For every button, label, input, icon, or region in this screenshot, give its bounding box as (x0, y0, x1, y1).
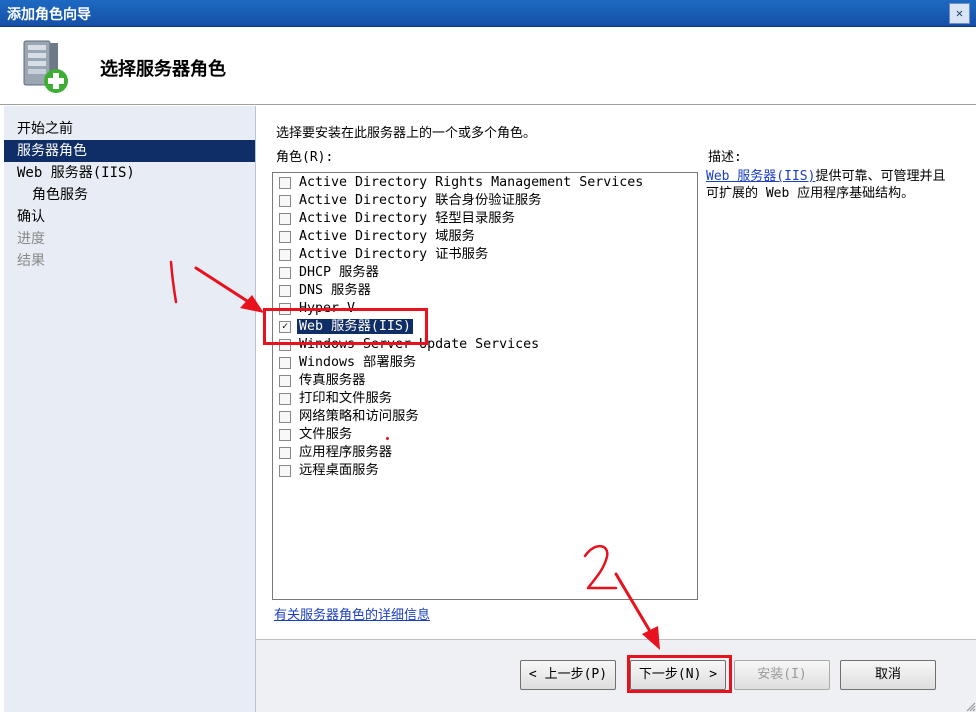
checkbox[interactable] (279, 411, 291, 423)
role-item[interactable]: 文件服务 (273, 426, 697, 444)
annotation-dot (386, 437, 389, 440)
checkbox[interactable] (279, 375, 291, 387)
step-results: 结果 (17, 253, 45, 269)
role-item[interactable]: 传真服务器 (273, 372, 697, 390)
description-title: 描述: (708, 150, 742, 165)
role-item[interactable]: Windows 部署服务 (273, 354, 697, 372)
resize-grip-icon[interactable] (966, 702, 976, 712)
role-item[interactable]: DHCP 服务器 (273, 264, 697, 282)
close-button[interactable]: ✕ (949, 3, 970, 24)
highlight-box-next-button (627, 655, 732, 693)
role-item[interactable]: Active Directory 证书服务 (273, 246, 697, 264)
role-item[interactable]: Active Directory 轻型目录服务 (273, 210, 697, 228)
role-item[interactable]: Active Directory 联合身份验证服务 (273, 192, 697, 210)
roles-listbox[interactable]: Active Directory Rights Management Servi… (272, 172, 698, 600)
main-panel: 选择要安装在此服务器上的一个或多个角色。 角色(R): Active Direc… (256, 106, 976, 640)
wizard-footer: < 上一步(P) 下一步(N) > 安装(I) 取消 (256, 640, 976, 712)
highlight-box-web-server (263, 308, 428, 345)
server-add-icon (23, 40, 68, 93)
checkbox[interactable] (279, 285, 291, 297)
role-item[interactable]: 应用程序服务器 (273, 444, 697, 462)
checkbox[interactable] (279, 213, 291, 225)
checkbox[interactable] (279, 249, 291, 261)
roles-label: 角色(R): (276, 150, 334, 165)
role-item[interactable]: Active Directory Rights Management Servi… (273, 174, 697, 192)
checkbox[interactable] (279, 465, 291, 477)
checkbox[interactable] (279, 267, 291, 279)
step-progress: 进度 (17, 231, 45, 247)
step-before-you-begin[interactable]: 开始之前 (4, 118, 255, 140)
checkbox[interactable] (279, 231, 291, 243)
step-web-server-iis[interactable]: Web 服务器(IIS) (4, 162, 255, 184)
close-icon: ✕ (955, 6, 964, 20)
checkbox[interactable] (279, 195, 291, 207)
checkbox[interactable] (279, 429, 291, 441)
install-button: 安装(I) (734, 660, 830, 690)
checkbox[interactable] (279, 357, 291, 369)
role-item[interactable]: 远程桌面服务 (273, 462, 697, 480)
cancel-button[interactable]: 取消 (840, 660, 936, 690)
step-server-roles[interactable]: 服务器角色 (4, 140, 255, 162)
role-item[interactable]: 打印和文件服务 (273, 390, 697, 408)
checkbox[interactable] (279, 177, 291, 189)
checkbox[interactable] (279, 447, 291, 459)
step-role-services[interactable]: 角色服务 (4, 184, 255, 206)
description-text: Web 服务器(IIS)提供可靠、可管理并且可扩展的 Web 应用程序基础结构。 (706, 169, 946, 201)
wizard-steps-sidebar: 开始之前 服务器角色 Web 服务器(IIS) 角色服务 确认 进度 结果 (4, 106, 256, 712)
window-title: 添加角色向导 (7, 7, 91, 23)
instruction-text: 选择要安装在此服务器上的一个或多个角色。 (276, 126, 537, 141)
more-info-link[interactable]: 有关服务器角色的详细信息 (274, 604, 430, 623)
role-item[interactable]: DNS 服务器 (273, 282, 697, 300)
description-link[interactable]: Web 服务器(IIS) (706, 169, 815, 184)
back-button[interactable]: < 上一步(P) (520, 660, 616, 690)
step-confirmation[interactable]: 确认 (4, 206, 255, 228)
page-title: 选择服务器角色 (100, 59, 226, 80)
checkbox[interactable] (279, 393, 291, 405)
wizard-header: 选择服务器角色 (0, 27, 976, 105)
window-titlebar: 添加角色向导 ✕ (0, 0, 976, 27)
role-item[interactable]: Active Directory 域服务 (273, 228, 697, 246)
role-item[interactable]: 网络策略和访问服务 (273, 408, 697, 426)
